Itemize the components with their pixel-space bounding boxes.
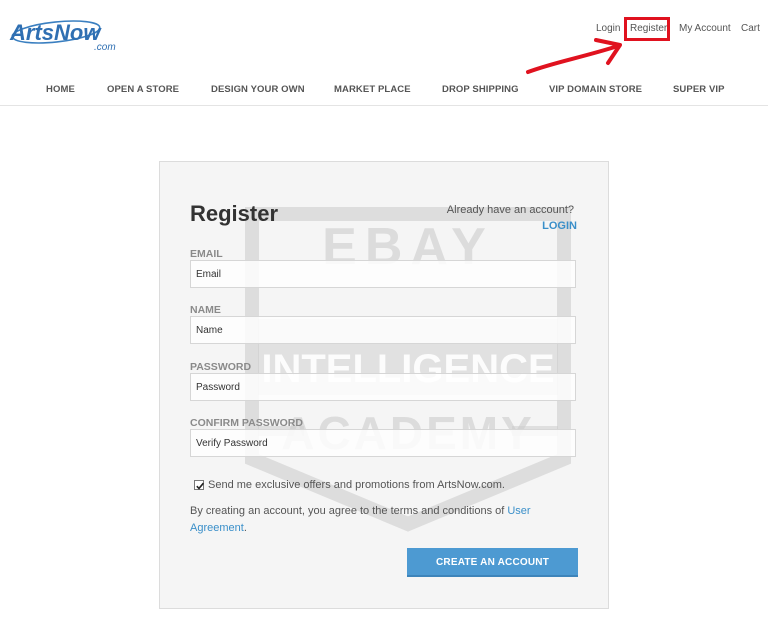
main-nav: HOME OPEN A STORE DESIGN YOUR OWN MARKET…	[0, 84, 768, 98]
form-login-link[interactable]: LOGIN	[542, 220, 577, 232]
checkmark-icon	[196, 482, 205, 490]
name-input[interactable]	[190, 316, 576, 344]
logo-sub-text: .com	[94, 42, 116, 53]
register-title: Register	[190, 201, 279, 226]
offers-text: Send me exclusive offers and promotions …	[208, 479, 505, 491]
nav-divider	[0, 105, 768, 106]
nav-design-your-own[interactable]: DESIGN YOUR OWN	[211, 84, 305, 95]
agreement-text: By creating an account, you agree to the…	[190, 503, 560, 537]
password-input[interactable]	[190, 373, 576, 401]
register-highlight-box	[624, 17, 670, 41]
my-account-link[interactable]: My Account	[679, 23, 731, 34]
offers-checkbox[interactable]	[194, 480, 205, 490]
confirm-password-input[interactable]	[190, 429, 576, 457]
confirm-password-label: CONFIRM PASSWORD	[190, 417, 303, 429]
agreement-suffix: .	[243, 522, 247, 534]
password-label: PASSWORD	[190, 361, 252, 373]
nav-home[interactable]: HOME	[46, 84, 75, 95]
email-label: EMAIL	[190, 248, 223, 260]
nav-super-vip[interactable]: SUPER VIP	[673, 84, 725, 95]
nav-open-a-store[interactable]: OPEN A STORE	[107, 84, 179, 95]
create-account-button[interactable]: CREATE AN ACCOUNT	[407, 548, 578, 577]
nav-vip-domain-store[interactable]: VIP DOMAIN STORE	[549, 84, 642, 95]
nav-market-place[interactable]: MARKET PLACE	[334, 84, 411, 95]
red-arrow-annotation	[526, 38, 622, 74]
agreement-prefix: By creating an account, you agree to the…	[190, 505, 508, 517]
cart-link[interactable]: Cart	[741, 23, 760, 34]
already-have-account-text: Already have an account?	[446, 204, 574, 216]
nav-drop-shipping[interactable]: DROP SHIPPING	[442, 84, 519, 95]
email-input[interactable]	[190, 260, 576, 288]
name-label: NAME	[190, 304, 221, 316]
register-card: EBAY INTELLIGENCE ACADEMY Register Alrea…	[159, 161, 609, 609]
